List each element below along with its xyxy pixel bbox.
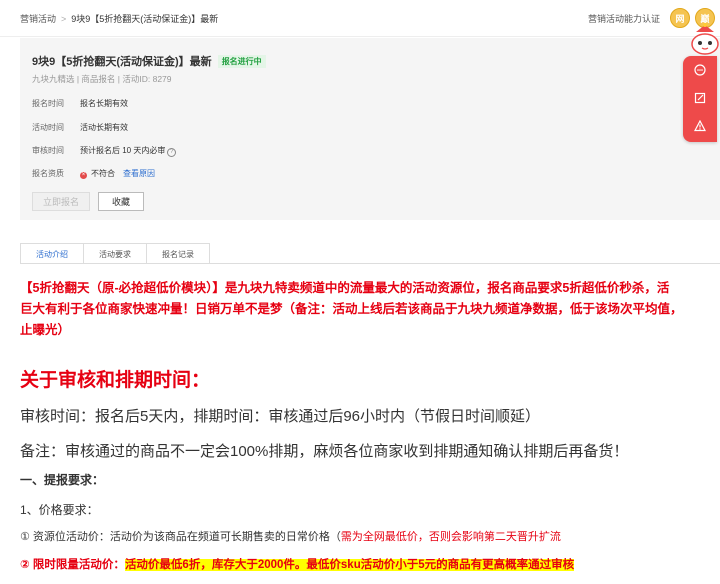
tab-bar: 活动介绍 活动要求 报名记录 [20, 243, 210, 264]
chat-icon[interactable] [683, 56, 717, 84]
tab-activity-requirements[interactable]: 活动要求 [83, 243, 147, 264]
intro-line: 【5折抢翻天（原-必抢超低价模块）】是九块九特卖频道中的流量最大的活动资源位，报… [20, 281, 670, 295]
info-row-qualification: 报名资质 × 不符合 查看原因 [32, 168, 155, 179]
info-value: 报名长期有效 [80, 99, 128, 108]
floating-toolbar [683, 56, 717, 142]
info-row-activity-time: 活动时间 活动长期有效 [32, 122, 128, 133]
activity-title-text: 9块9【5折抢翻天(活动保证金)】最新 [32, 56, 212, 68]
info-label: 报名时间 [32, 99, 64, 108]
info-row-review-time: 审核时间 预计报名后 10 天内必审? [32, 145, 177, 157]
info-label: 活动时间 [32, 123, 64, 132]
favorite-button[interactable]: 收藏 [98, 192, 144, 211]
info-value: 活动长期有效 [80, 123, 128, 132]
status-badge: 报名进行中 [217, 55, 266, 68]
mascot-icon[interactable] [687, 22, 720, 56]
help-icon[interactable]: ? [167, 148, 177, 157]
fade-overlay [660, 524, 720, 584]
review-schedule-heading: 关于审核和排期时间： [20, 370, 211, 391]
breadcrumb-separator: > [61, 14, 67, 24]
info-value: 预计报名后 10 天内必审 [80, 146, 166, 155]
review-time-text: 审核时间：报名后5天内，排期时间：审核通过后96小时内（节假日时间顺延） [20, 408, 541, 425]
tab-signup-records[interactable]: 报名记录 [146, 243, 210, 264]
section-heading: 一、提报要求： [20, 473, 105, 487]
intro-line: 巨大有利于各位商家快速冲量！日销万单不是梦（备注：活动上线后若该商品于九块九频道… [20, 302, 683, 316]
price-item-text: ① 资源位活动价：活动价为该商品在频道可长期售卖的日常价格（ [20, 531, 341, 543]
price-item-highlight: 活动价最低6折，库存大于2000件。最低价sku活动价小于5元的商品有更高概率通… [124, 559, 575, 571]
price-item-1: ① 资源位活动价：活动价为该商品在频道可长期售卖的日常价格（需为全网最低价，否则… [20, 528, 561, 544]
warning-icon[interactable] [683, 112, 717, 140]
capability-certification-link[interactable]: 营销活动能力认证 [588, 12, 660, 25]
info-row-signup-time: 报名时间 报名长期有效 [32, 98, 128, 109]
edit-icon[interactable] [683, 84, 717, 112]
breadcrumb-root[interactable]: 营销活动 [20, 14, 56, 24]
intro-line: 止曝光） [20, 323, 71, 337]
price-item-text: ② 限时限量活动价： [20, 559, 125, 571]
activity-info-panel: 9块9【5折抢翻天(活动保证金)】最新 报名进行中 九块九精选 | 商品报名 | … [20, 38, 720, 220]
error-icon: × [80, 172, 87, 179]
info-value: 不符合 [91, 169, 115, 178]
schedule-note-text: 备注：审核通过的商品不一定会100%排期，麻烦各位商家收到排期通知确认排期后再备… [20, 443, 629, 460]
tab-divider [20, 263, 720, 264]
activity-title: 9块9【5折抢翻天(活动保证金)】最新 报名进行中 [32, 53, 266, 69]
activity-intro-content: 【5折抢翻天（原-必抢超低价模块）】是九块九特卖频道中的流量最大的活动资源位，报… [20, 266, 720, 584]
tab-activity-intro[interactable]: 活动介绍 [20, 243, 84, 264]
view-reason-link[interactable]: 查看原因 [123, 169, 155, 178]
apply-now-button[interactable]: 立即报名 [32, 192, 90, 211]
subsection-heading: 1、价格要求： [20, 503, 99, 517]
price-item-2: ② 限时限量活动价：活动价最低6折，库存大于2000件。最低价sku活动价小于5… [20, 556, 575, 572]
top-bar: 营销活动 >9块9【5折抢翻天(活动保证金)】最新 营销活动能力认证 网 巅 [0, 0, 720, 37]
breadcrumb: 营销活动 >9块9【5折抢翻天(活动保证金)】最新 [20, 12, 218, 25]
activity-subtitle: 九块九精选 | 商品报名 | 活动ID: 8279 [32, 74, 172, 84]
breadcrumb-current: 9块9【5折抢翻天(活动保证金)】最新 [71, 14, 219, 24]
price-item-warning: 需为全网最低价，否则会影响第二天晋升扩流 [340, 531, 561, 543]
intro-paragraph: 【5折抢翻天（原-必抢超低价模块）】是九块九特卖频道中的流量最大的活动资源位，报… [20, 278, 720, 341]
info-label: 审核时间 [32, 146, 64, 155]
info-label: 报名资质 [32, 169, 64, 178]
